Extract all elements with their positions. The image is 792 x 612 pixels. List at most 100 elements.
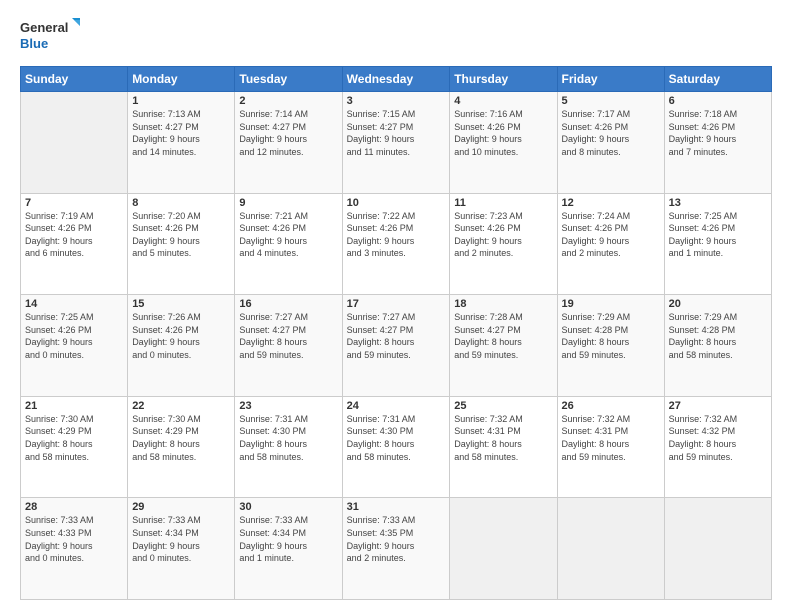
day-info: Sunrise: 7:25 AM Sunset: 4:26 PM Dayligh… — [25, 311, 123, 361]
day-info: Sunrise: 7:31 AM Sunset: 4:30 PM Dayligh… — [347, 413, 446, 463]
day-cell: 1Sunrise: 7:13 AM Sunset: 4:27 PM Daylig… — [128, 92, 235, 194]
day-cell: 12Sunrise: 7:24 AM Sunset: 4:26 PM Dayli… — [557, 193, 664, 295]
calendar-page: General Blue SundayMondayTuesdayWednesda… — [0, 0, 792, 612]
day-info: Sunrise: 7:32 AM Sunset: 4:31 PM Dayligh… — [562, 413, 660, 463]
day-cell: 13Sunrise: 7:25 AM Sunset: 4:26 PM Dayli… — [664, 193, 771, 295]
day-cell: 24Sunrise: 7:31 AM Sunset: 4:30 PM Dayli… — [342, 396, 450, 498]
svg-text:General: General — [20, 20, 68, 35]
day-number: 28 — [25, 501, 123, 513]
day-info: Sunrise: 7:33 AM Sunset: 4:35 PM Dayligh… — [347, 514, 446, 564]
day-cell — [21, 92, 128, 194]
day-number: 16 — [239, 298, 337, 310]
svg-text:Blue: Blue — [20, 36, 48, 51]
day-number: 5 — [562, 95, 660, 107]
day-info: Sunrise: 7:30 AM Sunset: 4:29 PM Dayligh… — [132, 413, 230, 463]
day-cell: 6Sunrise: 7:18 AM Sunset: 4:26 PM Daylig… — [664, 92, 771, 194]
day-cell: 29Sunrise: 7:33 AM Sunset: 4:34 PM Dayli… — [128, 498, 235, 600]
day-number: 12 — [562, 197, 660, 209]
column-header-tuesday: Tuesday — [235, 67, 342, 92]
day-cell: 9Sunrise: 7:21 AM Sunset: 4:26 PM Daylig… — [235, 193, 342, 295]
week-row-4: 21 Sunrise: 7:30 AM Sunset: 4:29 PM Dayli… — [21, 396, 772, 498]
day-number: 2 — [239, 95, 337, 107]
day-cell — [450, 498, 557, 600]
day-cell: 15Sunrise: 7:26 AM Sunset: 4:26 PM Dayli… — [128, 295, 235, 397]
day-number: 25 — [454, 400, 552, 412]
day-number: 22 — [132, 400, 230, 412]
day-number: 7 — [25, 197, 123, 209]
column-header-saturday: Saturday — [664, 67, 771, 92]
day-number: 6 — [669, 95, 767, 107]
day-cell: 21Sunrise: 7:30 AM Sunset: 4:29 PM Dayli… — [21, 396, 128, 498]
day-number: 27 — [669, 400, 767, 412]
week-row-3: 14Sunrise: 7:25 AM Sunset: 4:26 PM Dayli… — [21, 295, 772, 397]
calendar-table: SundayMondayTuesdayWednesdayThursdayFrid… — [20, 66, 772, 600]
day-cell: 20Sunrise: 7:29 AM Sunset: 4:28 PM Dayli… — [664, 295, 771, 397]
day-info: Sunrise: 7:27 AM Sunset: 4:27 PM Dayligh… — [239, 311, 337, 361]
day-number: 19 — [562, 298, 660, 310]
day-info: Sunrise: 7:29 AM Sunset: 4:28 PM Dayligh… — [669, 311, 767, 361]
day-cell: 10Sunrise: 7:22 AM Sunset: 4:26 PM Dayli… — [342, 193, 450, 295]
day-number: 24 — [347, 400, 446, 412]
day-number: 8 — [132, 197, 230, 209]
column-header-thursday: Thursday — [450, 67, 557, 92]
day-number: 1 — [132, 95, 230, 107]
day-info: Sunrise: 7:33 AM Sunset: 4:34 PM Dayligh… — [132, 514, 230, 564]
day-number: 13 — [669, 197, 767, 209]
day-cell: 18Sunrise: 7:28 AM Sunset: 4:27 PM Dayli… — [450, 295, 557, 397]
day-number: 10 — [347, 197, 446, 209]
day-number: 18 — [454, 298, 552, 310]
day-info: Sunrise: 7:22 AM Sunset: 4:26 PM Dayligh… — [347, 210, 446, 260]
day-number: 14 — [25, 298, 123, 310]
day-number: 23 — [239, 400, 337, 412]
day-cell: 26Sunrise: 7:32 AM Sunset: 4:31 PM Dayli… — [557, 396, 664, 498]
day-cell: 4Sunrise: 7:16 AM Sunset: 4:26 PM Daylig… — [450, 92, 557, 194]
day-cell: 31Sunrise: 7:33 AM Sunset: 4:35 PM Dayli… — [342, 498, 450, 600]
day-cell: 19Sunrise: 7:29 AM Sunset: 4:28 PM Dayli… — [557, 295, 664, 397]
day-info: Sunrise: 7:20 AM Sunset: 4:26 PM Dayligh… — [132, 210, 230, 260]
day-info: Sunrise: 7:17 AM Sunset: 4:26 PM Dayligh… — [562, 108, 660, 158]
day-number: 11 — [454, 197, 552, 209]
day-number: 15 — [132, 298, 230, 310]
day-cell: 16Sunrise: 7:27 AM Sunset: 4:27 PM Dayli… — [235, 295, 342, 397]
day-info: Sunrise: 7:28 AM Sunset: 4:27 PM Dayligh… — [454, 311, 552, 361]
day-number: 4 — [454, 95, 552, 107]
day-cell: 3Sunrise: 7:15 AM Sunset: 4:27 PM Daylig… — [342, 92, 450, 194]
logo-svg: General Blue — [20, 16, 80, 56]
day-info: Sunrise: 7:14 AM Sunset: 4:27 PM Dayligh… — [239, 108, 337, 158]
day-cell: 17Sunrise: 7:27 AM Sunset: 4:27 PM Dayli… — [342, 295, 450, 397]
day-cell: 5Sunrise: 7:17 AM Sunset: 4:26 PM Daylig… — [557, 92, 664, 194]
day-number: 20 — [669, 298, 767, 310]
day-info: Sunrise: 7:18 AM Sunset: 4:26 PM Dayligh… — [669, 108, 767, 158]
day-cell: 27Sunrise: 7:32 AM Sunset: 4:32 PM Dayli… — [664, 396, 771, 498]
day-cell: 23Sunrise: 7:31 AM Sunset: 4:30 PM Dayli… — [235, 396, 342, 498]
day-info: Sunrise: 7:25 AM Sunset: 4:26 PM Dayligh… — [669, 210, 767, 260]
day-info: Sunrise: 7:27 AM Sunset: 4:27 PM Dayligh… — [347, 311, 446, 361]
day-number: 26 — [562, 400, 660, 412]
day-number: 9 — [239, 197, 337, 209]
day-info: Sunrise: 7:32 AM Sunset: 4:31 PM Dayligh… — [454, 413, 552, 463]
day-info: Sunrise: 7:26 AM Sunset: 4:26 PM Dayligh… — [132, 311, 230, 361]
header: General Blue — [20, 16, 772, 56]
day-cell: 28Sunrise: 7:33 AM Sunset: 4:33 PM Dayli… — [21, 498, 128, 600]
week-row-2: 7Sunrise: 7:19 AM Sunset: 4:26 PM Daylig… — [21, 193, 772, 295]
day-info: Sunrise: 7:33 AM Sunset: 4:34 PM Dayligh… — [239, 514, 337, 564]
day-info: Sunrise: 7:32 AM Sunset: 4:32 PM Dayligh… — [669, 413, 767, 463]
day-info: Sunrise: 7:23 AM Sunset: 4:26 PM Dayligh… — [454, 210, 552, 260]
day-cell: 14Sunrise: 7:25 AM Sunset: 4:26 PM Dayli… — [21, 295, 128, 397]
day-info: Sunrise: 7:16 AM Sunset: 4:26 PM Dayligh… — [454, 108, 552, 158]
day-cell: 2Sunrise: 7:14 AM Sunset: 4:27 PM Daylig… — [235, 92, 342, 194]
column-header-friday: Friday — [557, 67, 664, 92]
day-cell — [664, 498, 771, 600]
day-info: Sunrise: 7:13 AM Sunset: 4:27 PM Dayligh… — [132, 108, 230, 158]
day-cell: 7Sunrise: 7:19 AM Sunset: 4:26 PM Daylig… — [21, 193, 128, 295]
column-header-monday: Monday — [128, 67, 235, 92]
day-info: Sunrise: 7:24 AM Sunset: 4:26 PM Dayligh… — [562, 210, 660, 260]
day-number: 21 — [25, 400, 123, 412]
day-info: Sunrise: 7:31 AM Sunset: 4:30 PM Dayligh… — [239, 413, 337, 463]
week-row-1: 1Sunrise: 7:13 AM Sunset: 4:27 PM Daylig… — [21, 92, 772, 194]
day-cell: 11Sunrise: 7:23 AM Sunset: 4:26 PM Dayli… — [450, 193, 557, 295]
week-row-5: 28Sunrise: 7:33 AM Sunset: 4:33 PM Dayli… — [21, 498, 772, 600]
day-number: 17 — [347, 298, 446, 310]
day-number: 3 — [347, 95, 446, 107]
column-header-sunday: Sunday — [21, 67, 128, 92]
